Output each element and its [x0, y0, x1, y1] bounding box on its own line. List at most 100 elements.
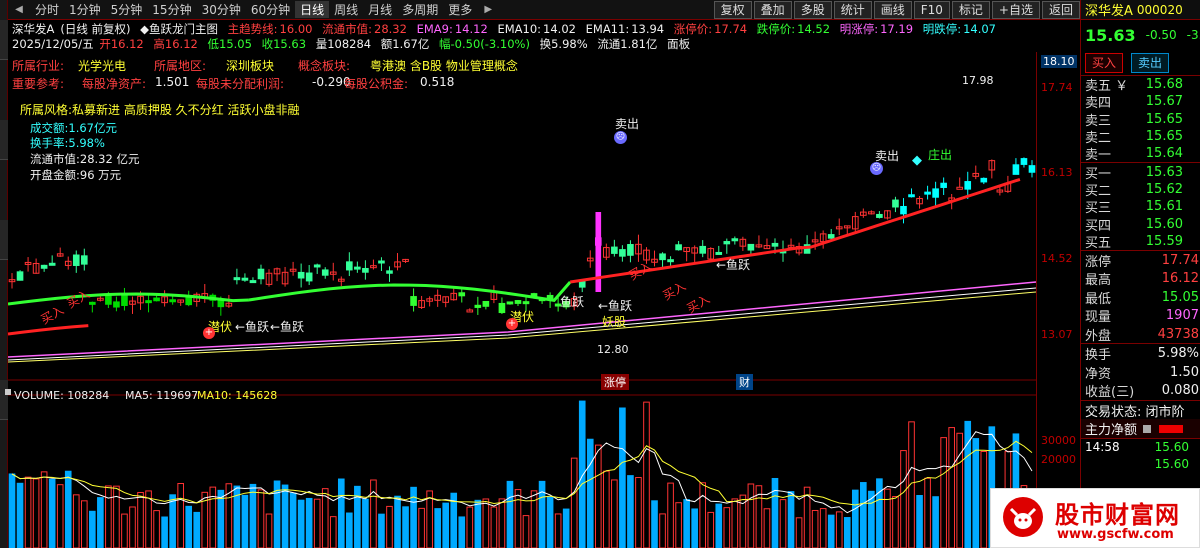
quote-price: 15.63 — [1085, 25, 1136, 45]
board-button[interactable]: 面板 — [667, 37, 690, 51]
stats-row[interactable]: 外盘 43738 — [1081, 325, 1200, 344]
sell-face-icon-2: ☹ — [870, 162, 883, 175]
tool-mark[interactable]: 标记 — [951, 0, 990, 19]
candle-body — [48, 262, 56, 266]
yuyue-signal-1: ←鱼跃 — [235, 320, 270, 334]
bids-row[interactable]: 买四 15.60 — [1081, 215, 1200, 234]
cai-tag[interactable]: 财 — [736, 374, 753, 390]
candle-body — [1012, 164, 1020, 175]
bids-row[interactable]: 买三 15.61 — [1081, 198, 1200, 217]
tool-fuquan[interactable]: 复权 — [713, 0, 752, 19]
left-tab-1[interactable] — [0, 20, 8, 60]
candle-body — [771, 242, 779, 247]
candle-body — [827, 234, 835, 239]
stats-row[interactable]: 现量 1907 — [1081, 306, 1200, 325]
volume-bar — [675, 502, 682, 548]
asks-label: 卖五 ￥ — [1085, 79, 1129, 95]
period-1min[interactable]: 1分钟 — [64, 1, 106, 18]
tool-f10[interactable]: F10 — [913, 0, 950, 19]
axis-label-3: 14.52 — [1041, 252, 1073, 265]
stats2-label: 换手 — [1085, 348, 1112, 364]
period-multi[interactable]: 多周期 — [397, 1, 443, 18]
tool-add-favorite[interactable]: +自选 — [991, 0, 1040, 19]
volume-bar — [554, 513, 562, 548]
volume-bar — [40, 471, 48, 548]
volume-bar — [603, 470, 610, 548]
left-tab-strip[interactable] — [0, 0, 8, 548]
candle-body — [313, 264, 321, 268]
tool-stats[interactable]: 统计 — [833, 0, 872, 19]
volume-bar — [129, 506, 136, 548]
volume-bar — [121, 513, 128, 548]
stats2-label: 净资 — [1085, 366, 1112, 382]
stats-value: 17.74 — [1161, 252, 1199, 268]
bids-row[interactable]: 买二 15.62 — [1081, 181, 1200, 199]
period-weekly[interactable]: 周线 — [329, 1, 363, 18]
stats-row[interactable]: 最高 16.12 — [1081, 269, 1200, 288]
stats-row[interactable]: 最低 15.05 — [1081, 288, 1200, 307]
tool-back[interactable]: 返回 — [1041, 0, 1080, 19]
stock-name: 深华发A — [12, 22, 55, 36]
ema11-label: EMA11: — [585, 22, 630, 36]
left-tab-2[interactable] — [0, 120, 8, 160]
limit-down-label: 跌停价: — [756, 22, 796, 36]
main-net-toggle-icon[interactable] — [1143, 424, 1152, 433]
volume-bar — [795, 517, 803, 548]
candle-body — [80, 255, 88, 265]
volume-bar — [627, 475, 634, 548]
volume-bar — [562, 508, 570, 548]
volume-bar — [490, 506, 498, 548]
candle-body — [354, 266, 361, 270]
stats-row[interactable]: 涨停 17.74 — [1081, 251, 1200, 270]
kline-chart[interactable] — [8, 52, 1036, 548]
sell-button[interactable]: 卖出 — [1131, 52, 1169, 73]
tool-multi-stock[interactable]: 多股 — [793, 0, 832, 19]
axis-label-4: 13.07 — [1041, 328, 1073, 341]
asks-row[interactable]: 卖一 15.64 — [1081, 145, 1200, 163]
period-fenshi[interactable]: 分时 — [30, 1, 64, 18]
volume-bar — [289, 492, 297, 548]
asks-row[interactable]: 卖四 15.67 — [1081, 93, 1200, 111]
zhangting-tag[interactable]: 涨停 — [601, 374, 629, 390]
concept-label: 概念板块: — [298, 59, 351, 73]
bids-label: 买五 — [1085, 235, 1112, 251]
reserve-label: 每股公积金: — [344, 77, 409, 91]
stats2-row[interactable]: 净资 1.50 — [1081, 363, 1200, 382]
volume-collapse-icon[interactable] — [5, 389, 11, 395]
period-more[interactable]: 更多 — [443, 1, 477, 18]
left-tab-3[interactable] — [0, 220, 8, 260]
asks-row[interactable]: 卖二 15.65 — [1081, 128, 1200, 146]
bids-label: 买三 — [1085, 201, 1112, 217]
volume-ma5: MA5: 119697 — [125, 389, 199, 402]
left-tab-4[interactable] — [0, 380, 8, 420]
ema10-label: EMA10: — [497, 22, 542, 36]
period-15min[interactable]: 15分钟 — [147, 1, 196, 18]
period-5min[interactable]: 5分钟 — [106, 1, 148, 18]
stats2-row[interactable]: 收益(三) 0.080 — [1081, 381, 1200, 400]
tool-overlay[interactable]: 叠加 — [753, 0, 792, 19]
stats2-row[interactable]: 换手 5.98% — [1081, 344, 1200, 363]
high-price-mark: 17.98 — [962, 74, 994, 87]
candle-body — [410, 296, 417, 306]
asks-row[interactable]: 卖三 15.65 — [1081, 111, 1200, 129]
indicator-name[interactable]: ◆鱼跃龙门主图 — [140, 22, 218, 36]
bids-label: 买四 — [1085, 218, 1112, 234]
more-arrow-icon[interactable]: ▶ — [477, 4, 499, 15]
volume-bar — [89, 510, 96, 548]
tool-draw-line[interactable]: 画线 — [873, 0, 912, 19]
buy-button[interactable]: 买入 — [1085, 52, 1123, 73]
bids-row[interactable]: 买一 15.63 — [1081, 163, 1200, 182]
period-monthly[interactable]: 月线 — [363, 1, 397, 18]
period-60min[interactable]: 60分钟 — [246, 1, 295, 18]
candle-body — [378, 260, 385, 264]
candle-body — [908, 194, 915, 198]
main-net-row[interactable]: 主力净额 — [1081, 419, 1200, 438]
plus-circle-icon-2: + — [506, 318, 518, 330]
asks-row[interactable]: 卖五 ￥ 15.68 — [1081, 76, 1200, 95]
volume-bar — [611, 479, 618, 548]
period-30min[interactable]: 30分钟 — [197, 1, 246, 18]
menu-arrow-icon[interactable]: ◀ — [8, 4, 30, 15]
period-daily[interactable]: 日线 — [295, 1, 330, 18]
bids-row[interactable]: 买五 15.59 — [1081, 233, 1200, 251]
trade-state: 交易状态: 闭市阶 — [1081, 401, 1200, 420]
